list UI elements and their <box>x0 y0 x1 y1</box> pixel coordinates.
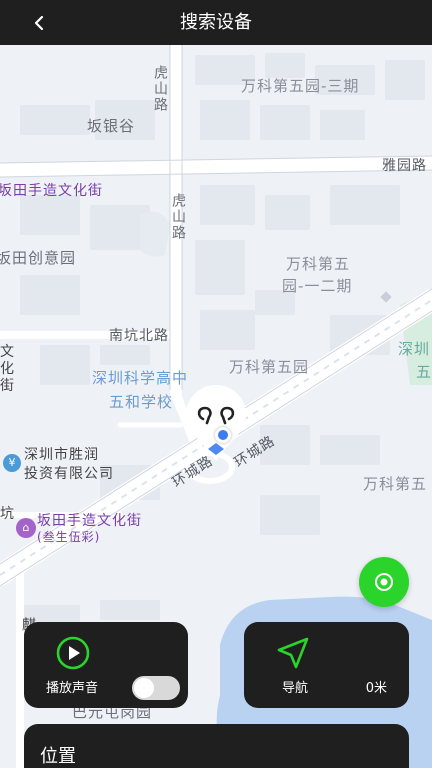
poi-label-bantian-craft-bottom-b: (叁生伍彩) <box>37 530 101 544</box>
play-sound-card: 播放声音 <box>24 622 188 708</box>
map-label-vanke-phase12-a: 万科第五 <box>286 255 351 273</box>
map-label-shengrun-b: 投资有限公司 <box>24 466 114 482</box>
map-label-vanke-right: 万科第五 <box>363 475 428 493</box>
map-poi-icon-yen: ¥ <box>3 454 21 472</box>
poi-label-bantian-craft-top: 坂田手造文化街 <box>0 183 103 199</box>
locate-me-button[interactable] <box>359 557 409 607</box>
play-icon[interactable] <box>56 636 90 670</box>
road-label-yayuan: 雅园路 <box>382 158 427 174</box>
map-label-shengrun-a: 深圳市胜润 <box>24 447 99 463</box>
poi-label-wu-partial: 五 <box>416 363 432 381</box>
road-label-hushan: 虎山路 <box>152 65 168 113</box>
road-label-hushan-2: 虎山路 <box>170 193 186 241</box>
map-label-bantian-creative: 坂田创意园 <box>0 249 77 267</box>
shopping-bag-icon: ⌂ <box>16 518 36 538</box>
navigation-card[interactable]: 导航 0米 <box>244 622 409 708</box>
target-icon <box>375 573 393 591</box>
map-label-jie: 街 <box>0 378 15 394</box>
play-sound-label: 播放声音 <box>46 681 99 696</box>
map-label-vanke-phase3: 万科第五园-三期 <box>241 77 360 95</box>
navigation-arrow-icon <box>277 637 309 669</box>
top-bar: 搜索设备 <box>0 0 432 45</box>
poi-label-shenzhen-partial: 深圳 <box>398 340 431 358</box>
location-panel: 位置 <box>24 724 409 768</box>
poi-label-bantian-craft-bottom-a: 坂田手造文化街 <box>37 513 142 529</box>
map-label-hang: 坑 <box>0 506 15 522</box>
map-label-vanke-park: 万科第五园 <box>229 358 310 376</box>
distance-value: 0米 <box>365 681 387 696</box>
poi-label-school-a: 深圳科学高中 <box>92 369 189 387</box>
map-view[interactable]: 万科第五园-三期 虎山路 坂银谷 雅园路 坂田手造文化街 虎山路 坂田创意园 万… <box>0 45 432 768</box>
location-title: 位置 <box>40 746 76 767</box>
page-title: 搜索设备 <box>180 12 252 33</box>
navigation-label: 导航 <box>282 681 309 696</box>
current-location-dot <box>215 427 231 443</box>
map-label-banyingu: 坂银谷 <box>87 117 136 135</box>
map-label-vanke-phase12-b: 园-一二期 <box>282 277 353 295</box>
earbuds-device-marker[interactable] <box>183 383 249 463</box>
play-sound-toggle[interactable] <box>132 676 180 700</box>
poi-label-school-b: 五和学校 <box>109 393 174 411</box>
toggle-knob <box>134 678 154 698</box>
road-label-nankeng-north: 南坑北路 <box>109 328 169 344</box>
